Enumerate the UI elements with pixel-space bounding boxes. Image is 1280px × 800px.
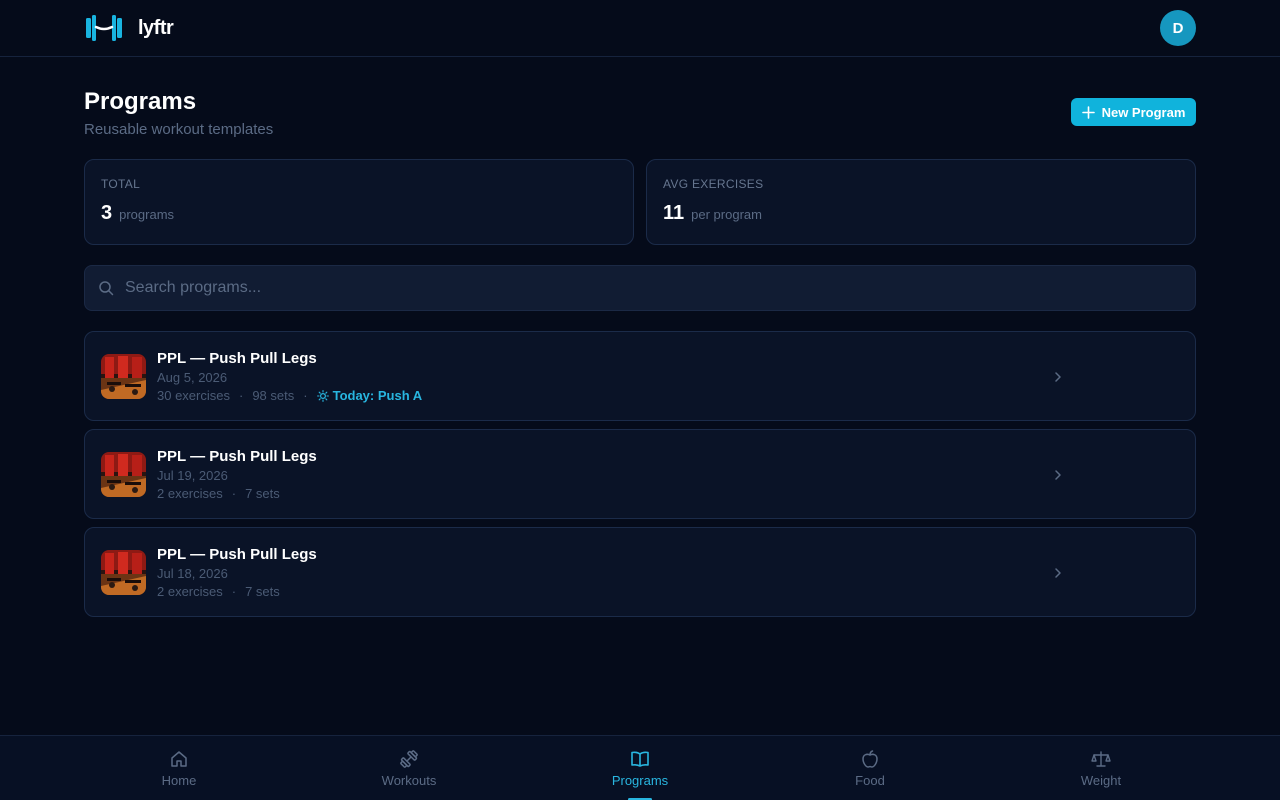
scale-icon bbox=[1091, 751, 1111, 767]
program-card[interactable]: PPL — Push Pull Legs Aug 5, 2026 30 exerci… bbox=[84, 331, 1196, 421]
search-input[interactable] bbox=[125, 266, 1185, 310]
apple-icon bbox=[862, 750, 878, 768]
nav-workouts[interactable]: Workouts bbox=[319, 736, 499, 800]
search-icon bbox=[99, 281, 114, 296]
exercise-count: 2 exercises bbox=[157, 584, 223, 599]
stat-card-avg-exercises: AVG EXERCISES 11 per program bbox=[646, 159, 1196, 245]
page-title: Programs bbox=[84, 88, 197, 115]
avatar[interactable]: D bbox=[1160, 10, 1196, 46]
search-box bbox=[84, 265, 1196, 311]
program-card[interactable]: PPL — Push Pull Legs Jul 18, 2026 2 exerci… bbox=[84, 527, 1196, 617]
new-program-button[interactable]: New Program bbox=[1071, 98, 1196, 126]
sun-icon bbox=[316, 389, 329, 402]
nav-label: Food bbox=[855, 773, 885, 788]
program-meta: 30 exercises · 98 sets · Today: Push A bbox=[157, 388, 422, 403]
stat-card-total: TOTAL 3 programs bbox=[84, 159, 634, 245]
nav-food[interactable]: Food bbox=[780, 736, 960, 800]
program-thumbnail bbox=[101, 354, 146, 399]
stat-label: AVG EXERCISES bbox=[663, 177, 764, 191]
nav-label: Home bbox=[161, 773, 197, 788]
exercise-count: 30 exercises bbox=[157, 388, 230, 403]
program-date: Jul 18, 2026 bbox=[157, 566, 228, 581]
nav-programs[interactable]: Programs bbox=[550, 736, 730, 800]
program-thumbnail bbox=[101, 452, 146, 497]
nav-label: Workouts bbox=[381, 773, 437, 788]
set-count: 7 sets bbox=[245, 584, 280, 599]
nav-home[interactable]: Home bbox=[89, 736, 269, 800]
stat-unit: programs bbox=[119, 207, 175, 222]
program-meta: 2 exercises · 7 sets bbox=[157, 584, 280, 599]
chevron-right-icon bbox=[1055, 568, 1061, 578]
page-subtitle: Reusable workout templates bbox=[84, 121, 274, 138]
today-badge: Today: Push A bbox=[316, 388, 423, 403]
logo-icon bbox=[86, 15, 122, 41]
exercise-count: 2 exercises bbox=[157, 486, 223, 501]
today-label: Today: Push A bbox=[332, 388, 423, 403]
set-count: 98 sets bbox=[252, 388, 295, 403]
separator-dot: · bbox=[303, 388, 308, 403]
separator-dot: · bbox=[238, 388, 244, 403]
app-name: lyftr bbox=[138, 16, 174, 39]
home-icon bbox=[171, 751, 187, 767]
stat-label: TOTAL bbox=[101, 177, 141, 191]
chevron-right-icon bbox=[1055, 372, 1061, 382]
top-bar: lyftr D bbox=[0, 0, 1280, 57]
separator-dot: · bbox=[231, 584, 237, 599]
chevron-right-icon bbox=[1055, 470, 1061, 480]
program-meta: 2 exercises · 7 sets bbox=[157, 486, 280, 501]
program-date: Aug 5, 2026 bbox=[157, 370, 228, 385]
bottom-nav: Home Workouts Programs Food Weight bbox=[0, 735, 1280, 800]
dumbbell-icon bbox=[400, 750, 418, 768]
nav-weight[interactable]: Weight bbox=[1011, 736, 1191, 800]
program-title: PPL — Push Pull Legs bbox=[157, 350, 317, 367]
set-count: 7 sets bbox=[245, 486, 280, 501]
brand[interactable]: lyftr bbox=[84, 14, 174, 42]
book-icon bbox=[631, 751, 649, 767]
program-title: PPL — Push Pull Legs bbox=[157, 546, 317, 563]
nav-label: Programs bbox=[611, 773, 669, 788]
nav-label: Weight bbox=[1080, 773, 1122, 788]
program-thumbnail bbox=[101, 550, 146, 595]
separator-dot: · bbox=[231, 486, 237, 501]
new-program-label: New Program bbox=[1101, 104, 1186, 120]
stat-value: 3 bbox=[101, 202, 113, 224]
program-date: Jul 19, 2026 bbox=[157, 468, 228, 483]
plus-icon bbox=[1081, 105, 1095, 119]
program-card[interactable]: PPL — Push Pull Legs Jul 19, 2026 2 exerci… bbox=[84, 429, 1196, 519]
program-title: PPL — Push Pull Legs bbox=[157, 448, 317, 465]
stat-value: 11 bbox=[663, 202, 685, 224]
stat-unit: per program bbox=[691, 207, 762, 222]
